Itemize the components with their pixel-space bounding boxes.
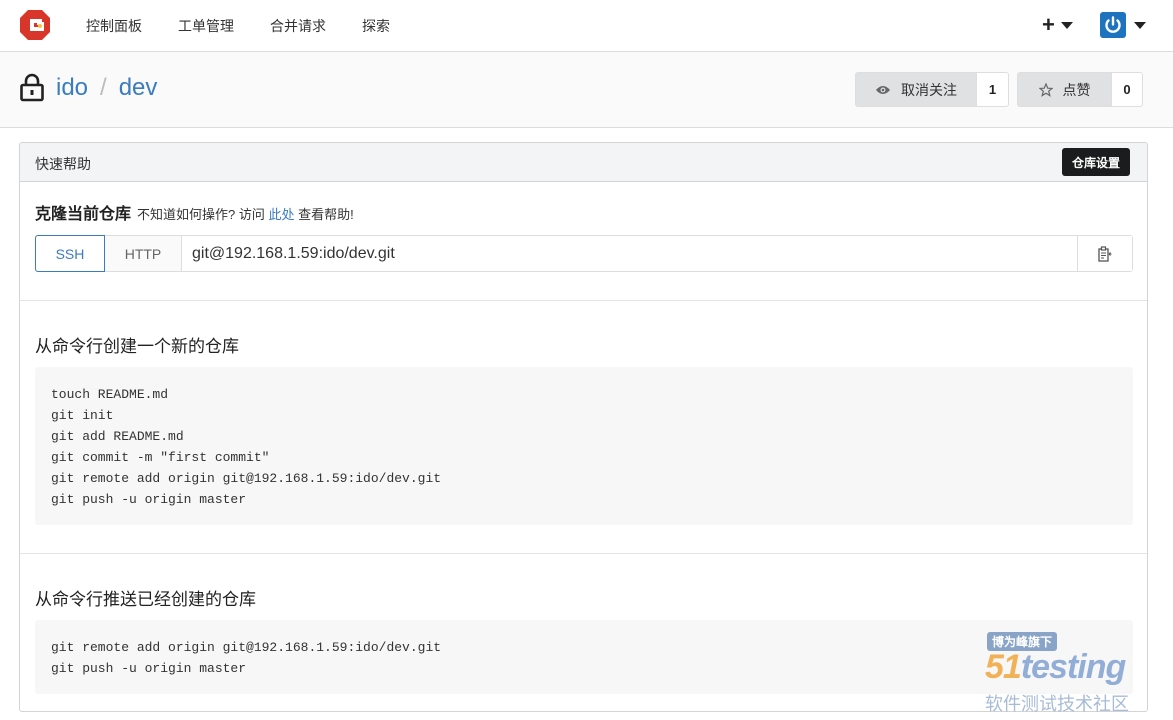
breadcrumb-separator: /: [100, 74, 107, 101]
caret-down-icon: [1134, 21, 1146, 29]
clone-url-bar: SSH HTTP: [35, 235, 1133, 272]
new-repo-heading: 从命令行创建一个新的仓库: [35, 337, 239, 356]
help-prefix: 不知道如何操作? 访问: [137, 207, 265, 222]
repo-name-link[interactable]: dev: [119, 74, 158, 102]
repo-settings-button[interactable]: 仓库设置: [1061, 148, 1130, 176]
push-repo-heading: 从命令行推送已经创建的仓库: [35, 590, 256, 609]
clone-title: 克隆当前仓库: [35, 206, 132, 223]
clipboard-icon: [1098, 245, 1112, 262]
power-icon: [1105, 16, 1121, 33]
plus-icon: +: [1042, 12, 1055, 37]
watch-button-group: 取消关注 1: [855, 72, 1009, 107]
lock-icon: [20, 73, 44, 102]
star-label: 点赞: [1062, 81, 1091, 98]
help-link[interactable]: 此处: [268, 207, 294, 222]
create-new-dropdown[interactable]: +: [1042, 12, 1073, 38]
repo-breadcrumb: ido / dev: [56, 74, 157, 102]
nav-issues[interactable]: 工单管理: [178, 16, 234, 36]
unwatch-label: 取消关注: [901, 81, 957, 98]
nav-pulls[interactable]: 合并请求: [270, 16, 326, 36]
user-menu-dropdown[interactable]: [1100, 11, 1146, 39]
top-navbar: 控制面板 工单管理 合并请求 探索 +: [0, 0, 1173, 52]
watch-count[interactable]: 1: [976, 72, 1009, 107]
clone-heading: 克隆当前仓库 不知道如何操作? 访问 此处 查看帮助!: [35, 200, 354, 224]
repo-owner-link[interactable]: ido: [56, 74, 88, 102]
star-icon: [1038, 82, 1053, 97]
clone-url-input[interactable]: [182, 236, 1077, 271]
nav-dashboard[interactable]: 控制面板: [86, 16, 142, 36]
http-tab[interactable]: HTTP: [105, 236, 182, 271]
eye-icon: [876, 85, 890, 94]
copy-url-button[interactable]: [1077, 236, 1132, 271]
quick-help-panel: 快速帮助 仓库设置 克隆当前仓库 不知道如何操作? 访问 此处 查看帮助! SS…: [19, 142, 1148, 712]
push-repo-code-block: git remote add origin git@192.168.1.59:i…: [35, 620, 1133, 694]
star-count[interactable]: 0: [1111, 72, 1143, 107]
panel-header: 快速帮助 仓库设置: [20, 143, 1147, 182]
new-repo-code-block: touch README.md git init git add README.…: [35, 367, 1133, 525]
star-button[interactable]: 点赞: [1017, 72, 1111, 107]
gogs-logo-icon[interactable]: [19, 9, 51, 41]
help-suffix: 查看帮助!: [298, 207, 354, 222]
caret-down-icon: [1060, 21, 1073, 29]
nav-explore[interactable]: 探索: [362, 16, 390, 36]
star-button-group: 点赞 0: [1017, 72, 1143, 107]
clone-help-text: 不知道如何操作? 访问 此处 查看帮助!: [137, 204, 354, 223]
panel-title: 快速帮助: [35, 156, 91, 172]
section-divider: [20, 553, 1147, 554]
section-divider: [20, 300, 1147, 301]
unwatch-button[interactable]: 取消关注: [855, 72, 976, 107]
ssh-tab[interactable]: SSH: [35, 235, 105, 272]
avatar: [1100, 12, 1126, 38]
repo-header: ido / dev 取消关注 1 点赞 0: [0, 52, 1173, 128]
